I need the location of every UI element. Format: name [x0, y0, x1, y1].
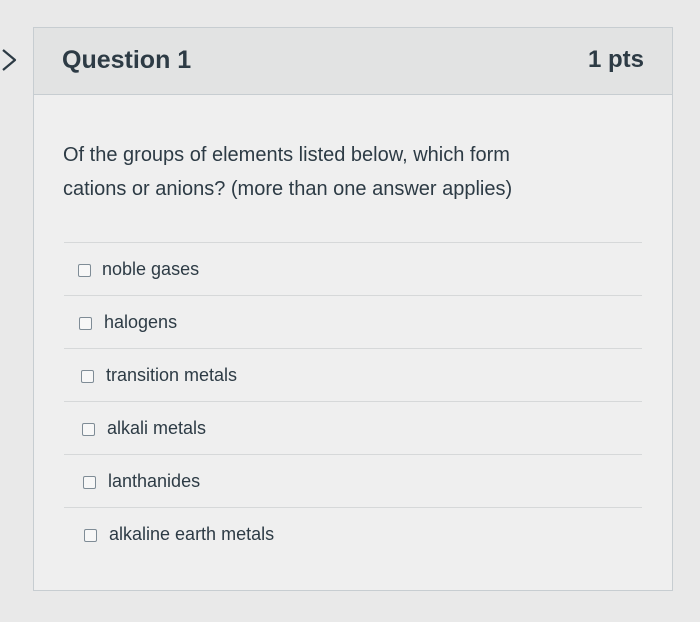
question-text-line-2: cations or anions? (more than one answer… [63, 178, 513, 200]
answer-label: lanthanides [108, 471, 201, 491]
answer-option[interactable]: noble gases [64, 242, 642, 295]
answer-label: alkaline earth metals [109, 524, 275, 544]
quiz-page: Question 1 1 pts Of the groups of elemen… [0, 0, 700, 622]
question-card: Question 1 1 pts Of the groups of elemen… [33, 27, 673, 591]
answer-label: halogens [104, 312, 178, 332]
checkbox[interactable] [83, 476, 96, 489]
chevron-right-icon[interactable] [0, 46, 22, 74]
checkbox[interactable] [79, 317, 92, 330]
answer-option[interactable]: lanthanides [64, 454, 642, 507]
question-text-line-1: Of the groups of elements listed below, … [63, 144, 510, 166]
answer-option[interactable]: transition metals [64, 348, 642, 401]
answer-option[interactable]: alkali metals [64, 401, 642, 454]
checkbox[interactable] [82, 423, 95, 436]
question-title: Question 1 [62, 46, 192, 74]
question-points: 1 pts [587, 46, 644, 73]
answer-label: noble gases [102, 259, 200, 279]
question-header: Question 1 1 pts [34, 28, 672, 95]
checkbox[interactable] [81, 370, 94, 383]
answer-label: alkali metals [107, 418, 207, 438]
checkbox[interactable] [84, 529, 97, 542]
answer-list: noble gases halogens transition metals a… [64, 242, 642, 560]
answer-option[interactable]: alkaline earth metals [64, 507, 642, 560]
question-text: Of the groups of elements listed below, … [63, 138, 623, 206]
checkbox[interactable] [78, 264, 91, 277]
answer-option[interactable]: halogens [64, 295, 642, 348]
answer-label: transition metals [106, 365, 238, 385]
